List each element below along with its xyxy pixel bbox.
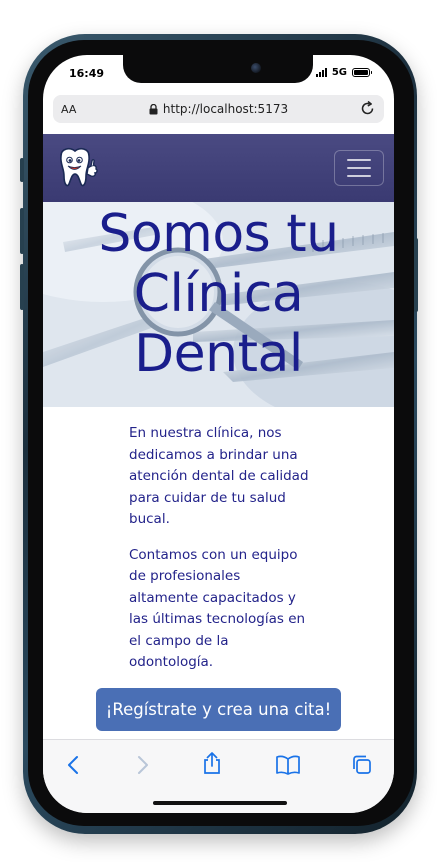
network-type: 5G (331, 67, 347, 78)
notch (123, 55, 313, 83)
url-text: http://localhost:5173 (162, 102, 289, 116)
hero-title-line: Dental (134, 324, 303, 384)
intro-paragraph: Contamos con un equipo de profesionales … (129, 546, 306, 671)
signal-icon (315, 68, 327, 77)
hamburger-menu-icon[interactable] (334, 150, 384, 186)
intro-section: En nuestra clínica, nos dedicamos a brin… (129, 423, 309, 688)
status-icons: 5G (315, 67, 372, 78)
side-button-volume-up (20, 208, 24, 254)
phone-screen: 16:49 5G AA http://localhost:5173 Somos … (43, 55, 394, 813)
status-time: 16:49 (69, 67, 105, 80)
register-appointment-button[interactable]: ¡Regístrate y crea una cita! (96, 688, 341, 731)
bookmarks-icon[interactable] (275, 754, 301, 780)
intro-paragraph: En nuestra clínica, nos dedicamos a brin… (129, 425, 309, 527)
side-button-volume-down (20, 264, 24, 310)
hero-title-line: Clínica (133, 264, 304, 324)
hero-title-line: Somos tu (98, 204, 339, 264)
side-button-power (414, 238, 418, 312)
forward-icon[interactable] (131, 754, 153, 780)
hero-banner: Somos tu Clínica Dental (43, 202, 394, 407)
tabs-icon[interactable] (351, 754, 373, 780)
reload-icon[interactable] (359, 100, 376, 121)
front-camera (251, 63, 261, 73)
back-icon[interactable] (63, 754, 85, 780)
hero-title: Somos tu Clínica Dental (43, 204, 394, 384)
battery-icon (352, 68, 372, 77)
side-button-silent (20, 158, 24, 182)
url-display[interactable]: http://localhost:5173 (53, 102, 384, 116)
lock-icon (149, 103, 158, 115)
home-indicator[interactable] (153, 801, 287, 805)
address-bar[interactable]: AA http://localhost:5173 (53, 95, 384, 123)
site-navbar (43, 134, 394, 202)
share-icon[interactable] (201, 751, 223, 779)
tooth-logo-icon[interactable] (53, 146, 101, 196)
